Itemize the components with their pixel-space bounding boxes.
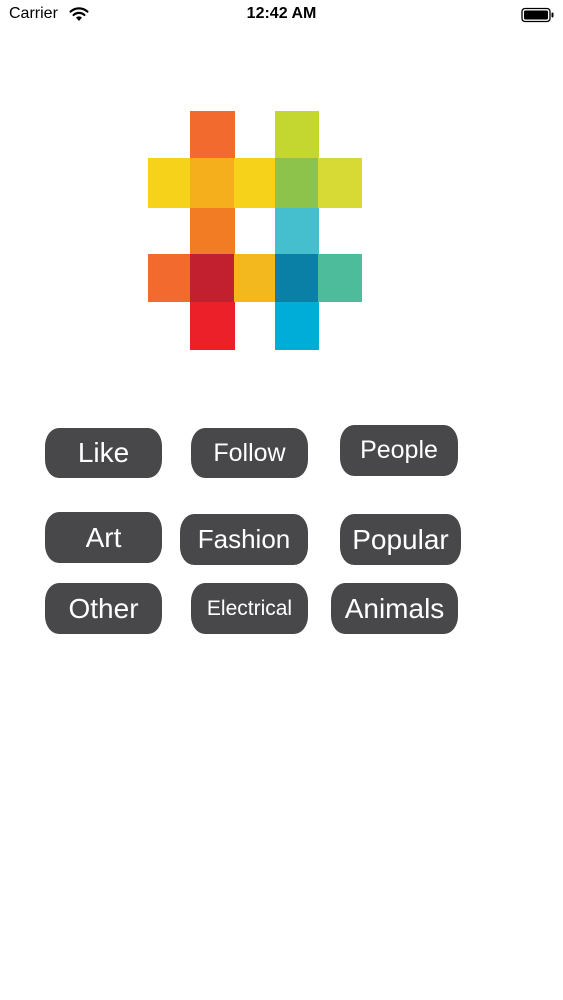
hashtag-cell: [190, 158, 235, 208]
hashtag-cell: [275, 254, 319, 302]
hashtag-cell: [190, 254, 235, 302]
hashtag-cell: [190, 208, 235, 254]
screen: Carrier 12:42 AM Like Follow People Art …: [0, 0, 563, 1000]
hashtag-cell: [234, 158, 276, 208]
hashtag-cell: [275, 208, 319, 254]
tag-button-follow[interactable]: Follow: [191, 428, 308, 478]
hashtag-cell: [275, 111, 319, 159]
tag-button-electrical[interactable]: Electrical: [191, 583, 308, 634]
tag-label: Fashion: [197, 524, 291, 554]
hashtag-cell: [234, 254, 276, 302]
hashtag-cell: [148, 158, 191, 208]
hashtag-cell: [275, 302, 319, 350]
hashtag-icon: [148, 111, 362, 350]
tag-button-popular[interactable]: Popular: [340, 514, 461, 565]
tag-label: Animals: [344, 592, 445, 624]
tag-button-people[interactable]: People: [340, 425, 458, 476]
hashtag-cell: [190, 302, 235, 350]
tag-button-fashion[interactable]: Fashion: [180, 514, 308, 565]
tag-button-art[interactable]: Art: [45, 512, 162, 563]
tag-label: Follow: [213, 438, 286, 467]
tag-label: Like: [77, 437, 130, 468]
tag-label: Electrical: [206, 596, 293, 620]
hashtag-cell: [275, 158, 319, 208]
hashtag-cell: [190, 111, 235, 159]
hashtag-cell: [318, 254, 362, 302]
tag-label: People: [360, 436, 438, 464]
tag-label: Art: [85, 521, 122, 553]
tag-button-like[interactable]: Like: [45, 428, 162, 478]
hashtag-cell: [148, 254, 191, 302]
tag-button-animals[interactable]: Animals: [331, 583, 458, 634]
hashtag-cell: [318, 158, 362, 208]
tag-label: Other: [68, 592, 139, 624]
tag-label: Popular: [352, 523, 449, 555]
tag-button-other[interactable]: Other: [45, 583, 162, 634]
